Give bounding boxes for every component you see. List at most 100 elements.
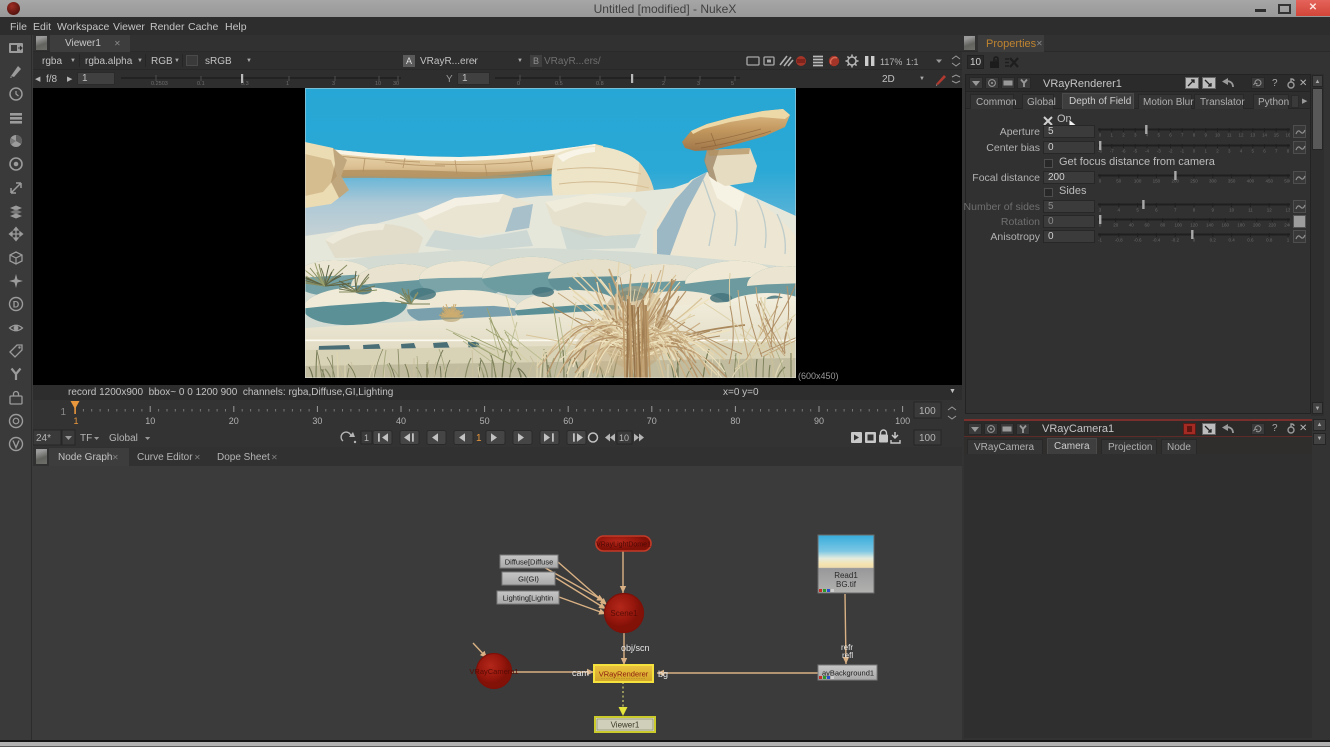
- svg-text:-6: -6: [1121, 149, 1125, 154]
- svg-text:Lighting[Lightin: Lighting[Lightin: [503, 594, 553, 603]
- svg-text:7: 7: [1181, 133, 1184, 138]
- svg-text:0: 0: [1099, 133, 1102, 138]
- svg-text:Read1: Read1: [834, 571, 858, 580]
- svg-text:10: 10: [1215, 133, 1221, 138]
- svg-text:16: 16: [1285, 133, 1290, 138]
- svg-text:3: 3: [332, 81, 335, 86]
- svg-text:6: 6: [1263, 149, 1266, 154]
- svg-text:-4: -4: [1145, 149, 1149, 154]
- svg-text:450: 450: [1265, 179, 1273, 184]
- svg-text:1:1: 1:1: [906, 57, 919, 67]
- svg-text:obj/scn: obj/scn: [621, 643, 650, 653]
- svg-text:50: 50: [1116, 179, 1122, 184]
- svg-text:60: 60: [563, 416, 573, 426]
- svg-text:refl: refl: [842, 651, 853, 660]
- svg-text:6: 6: [1169, 133, 1172, 138]
- svg-text:80: 80: [730, 416, 740, 426]
- svg-text:1: 1: [1205, 149, 1208, 154]
- svg-text:2: 2: [1122, 133, 1125, 138]
- svg-text:0: 0: [517, 81, 520, 86]
- svg-text:Diffuse[Diffuse: Diffuse[Diffuse: [505, 558, 554, 567]
- svg-text:14: 14: [1262, 133, 1268, 138]
- svg-text:-2: -2: [1168, 149, 1172, 154]
- svg-text:6: 6: [1155, 208, 1158, 213]
- svg-text:5: 5: [1136, 208, 1139, 213]
- svg-text:20: 20: [229, 416, 239, 426]
- svg-text:Global: Global: [109, 433, 138, 444]
- svg-text:0.1: 0.1: [197, 81, 205, 86]
- svg-text:8: 8: [1287, 149, 1290, 154]
- svg-text:VRayRenderer: VRayRenderer: [599, 670, 649, 679]
- svg-text:0.6: 0.6: [1247, 238, 1254, 243]
- svg-text:4: 4: [1240, 149, 1243, 154]
- svg-text:15: 15: [1274, 133, 1280, 138]
- svg-text:100: 100: [1175, 223, 1183, 228]
- svg-text:40: 40: [396, 416, 406, 426]
- svg-text:D: D: [13, 300, 20, 310]
- svg-text:3: 3: [1134, 133, 1137, 138]
- svg-text:70: 70: [647, 416, 657, 426]
- svg-text:-1: -1: [1098, 238, 1102, 243]
- svg-text:-7: -7: [1110, 149, 1114, 154]
- svg-text:10: 10: [145, 416, 155, 426]
- svg-text:10: 10: [1229, 208, 1235, 213]
- svg-text:3: 3: [1228, 149, 1231, 154]
- svg-text:2: 2: [662, 81, 665, 86]
- svg-text:1: 1: [73, 416, 78, 426]
- svg-text:-0.8: -0.8: [1115, 238, 1123, 243]
- svg-text:0.4: 0.4: [1228, 238, 1235, 243]
- svg-text:TF: TF: [80, 433, 92, 444]
- svg-text:GI(GI): GI(GI): [518, 575, 539, 584]
- svg-text:cam: cam: [572, 668, 589, 678]
- svg-text:0: 0: [1099, 179, 1102, 184]
- svg-text:3: 3: [697, 81, 700, 86]
- svg-text:-0.2: -0.2: [1171, 238, 1179, 243]
- svg-text:60: 60: [1144, 223, 1150, 228]
- svg-text:90: 90: [814, 416, 824, 426]
- svg-text:9: 9: [1212, 208, 1215, 213]
- svg-text:100: 100: [895, 416, 910, 426]
- svg-text:1: 1: [1287, 238, 1290, 243]
- svg-text:117%: 117%: [880, 57, 902, 67]
- svg-text:VRayLightDome1: VRayLightDome1: [596, 542, 651, 549]
- svg-text:140: 140: [1206, 223, 1214, 228]
- svg-text:12: 12: [1267, 208, 1273, 213]
- svg-text:Viewer1: Viewer1: [611, 721, 640, 730]
- svg-text:40: 40: [1129, 223, 1135, 228]
- svg-text:4: 4: [1118, 208, 1121, 213]
- svg-text:100: 100: [919, 433, 936, 444]
- svg-text:30: 30: [312, 416, 322, 426]
- svg-text:240: 240: [1284, 223, 1290, 228]
- svg-text:8: 8: [1193, 133, 1196, 138]
- svg-text:10: 10: [619, 433, 629, 443]
- svg-text:5: 5: [731, 81, 734, 86]
- svg-text:9: 9: [1205, 133, 1208, 138]
- svg-text:20: 20: [1113, 223, 1119, 228]
- svg-text:30: 30: [393, 81, 399, 86]
- svg-text:5: 5: [1252, 149, 1255, 154]
- svg-text:220: 220: [1269, 223, 1277, 228]
- svg-text:120: 120: [1190, 223, 1198, 228]
- svg-text:-3: -3: [1157, 149, 1161, 154]
- svg-text:10: 10: [375, 81, 381, 86]
- svg-text:160: 160: [1222, 223, 1230, 228]
- svg-text:100: 100: [1134, 179, 1142, 184]
- svg-text:BG.tif: BG.tif: [836, 580, 857, 589]
- svg-text:300: 300: [1209, 179, 1217, 184]
- svg-text:1: 1: [60, 407, 66, 418]
- svg-text:0: 0: [1193, 149, 1196, 154]
- svg-text:0.5: 0.5: [555, 81, 563, 86]
- svg-text:-1: -1: [1180, 149, 1184, 154]
- svg-text:11: 11: [1248, 208, 1253, 213]
- svg-text:12: 12: [1238, 133, 1244, 138]
- svg-text:-5: -5: [1133, 149, 1137, 154]
- svg-text:-0.4: -0.4: [1153, 238, 1161, 243]
- svg-text:24*: 24*: [36, 433, 51, 444]
- svg-text:13: 13: [1285, 208, 1290, 213]
- svg-text:350: 350: [1228, 179, 1236, 184]
- svg-text:Scene1: Scene1: [610, 609, 638, 618]
- svg-text:7: 7: [1174, 208, 1177, 213]
- svg-text:VRayCamera1: VRayCamera1: [469, 667, 518, 676]
- svg-text:13: 13: [1250, 133, 1256, 138]
- svg-text:0.2: 0.2: [1210, 238, 1217, 243]
